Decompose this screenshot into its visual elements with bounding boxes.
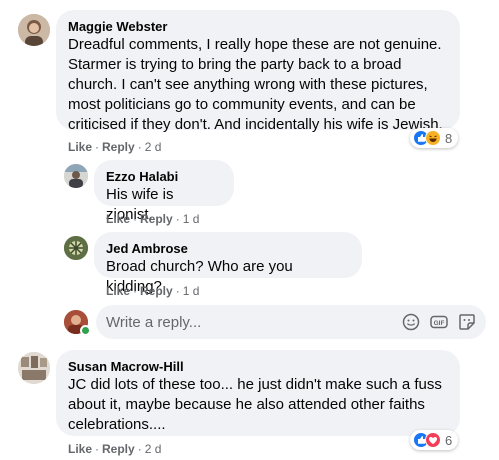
reply-composer: GIF [96, 305, 486, 339]
comment-time[interactable]: 2 d [145, 140, 162, 154]
comment-author[interactable]: Maggie Webster [68, 18, 448, 35]
reply-link[interactable]: Reply [102, 140, 135, 154]
svg-text:GIF: GIF [434, 320, 445, 327]
comment-author[interactable]: Ezzo Halabi [106, 168, 222, 185]
love-reaction-icon [425, 432, 441, 448]
comment-author[interactable]: Susan Macrow-Hill [68, 358, 448, 375]
reply-input[interactable] [106, 305, 396, 339]
comment-author[interactable]: Jed Ambrose [106, 240, 350, 257]
sticker-icon[interactable] [458, 313, 476, 331]
avatar[interactable] [18, 14, 50, 46]
reply-bubble: Ezzo Halabi His wife is zionist. [94, 160, 234, 223]
reaction-count: 6 [445, 432, 453, 448]
like-link[interactable]: Like [68, 442, 92, 456]
comment-actions: Like · Reply · 1 d [106, 284, 200, 298]
avatar-photo [18, 14, 50, 46]
reaction-summary[interactable]: 8 [410, 128, 459, 148]
reply-link[interactable]: Reply [140, 284, 173, 298]
comment-text: Dreadful comments, I really hope these a… [68, 36, 443, 133]
emoji-icon[interactable] [402, 313, 420, 331]
comment-actions: Like · Reply · 1 d [106, 212, 200, 226]
reply-bubble: Jed Ambrose Broad church? Who are you ki… [94, 232, 362, 295]
avatar[interactable] [64, 236, 88, 260]
comment-actions: Like · Reply · 2 d [68, 140, 162, 154]
like-link[interactable]: Like [106, 284, 130, 298]
avatar[interactable] [64, 164, 88, 188]
avatar-photo [64, 236, 88, 260]
comment-time[interactable]: 1 d [183, 212, 200, 226]
online-status-dot [80, 325, 91, 336]
like-link[interactable]: Like [68, 140, 92, 154]
avatar-photo [18, 352, 50, 384]
haha-reaction-icon [425, 130, 441, 146]
reaction-summary[interactable]: 6 [410, 430, 459, 450]
comment-bubble: Maggie Webster Dreadful comments, I real… [56, 10, 460, 133]
comment-time[interactable]: 2 d [145, 442, 162, 456]
comment-actions: Like · Reply · 2 d [68, 442, 162, 456]
reaction-count: 8 [445, 130, 453, 146]
comment-time[interactable]: 1 d [183, 284, 200, 298]
avatar-photo [64, 164, 88, 188]
like-link[interactable]: Like [106, 212, 130, 226]
comment-bubble: Susan Macrow-Hill JC did lots of these t… [56, 350, 460, 436]
comment-text: JC did lots of these too... he just didn… [68, 376, 442, 433]
reply-link[interactable]: Reply [140, 212, 173, 226]
avatar[interactable] [18, 352, 50, 384]
gif-icon[interactable]: GIF [430, 313, 448, 331]
reply-link[interactable]: Reply [102, 442, 135, 456]
